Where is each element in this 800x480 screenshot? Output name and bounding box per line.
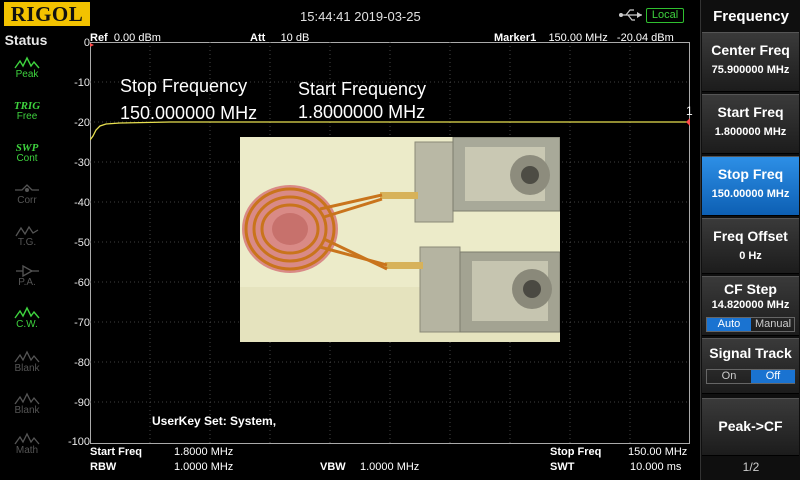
footer-vbw-value: 1.0000 MHz <box>360 461 420 473</box>
status-peak-label: Peak <box>15 69 39 80</box>
status-trig-button[interactable]: TRIG Free <box>8 100 46 136</box>
brand-logo: RIGOL <box>4 2 90 26</box>
local-badge[interactable]: Local <box>646 8 684 23</box>
overlay-stop-title: Stop Frequency <box>120 76 248 96</box>
signal-track-toggle[interactable]: On Off <box>706 369 795 384</box>
start-freq-button[interactable]: Start Freq 1.800000 MHz <box>702 94 799 154</box>
top-bar: RIGOL 15:44:41 2019-03-25 Local <box>0 0 700 32</box>
y-tick: -90 <box>74 397 90 409</box>
status-blank1-label: Blank <box>14 363 40 374</box>
marker-number: 1 <box>686 104 693 118</box>
status-trig-label: Free <box>16 111 38 122</box>
y-tick: -100 <box>67 436 90 448</box>
y-tick: -50 <box>74 237 90 249</box>
cf-step-auto[interactable]: Auto <box>707 318 751 331</box>
status-blank2-label: Blank <box>14 405 40 416</box>
cf-step-label: CF Step <box>724 281 777 297</box>
status-blank1-button[interactable]: Blank <box>8 350 46 386</box>
signal-track-off[interactable]: Off <box>751 370 795 383</box>
status-blank2-button[interactable]: Blank <box>8 392 46 428</box>
clock: 15:44:41 2019-03-25 <box>300 9 421 24</box>
status-corr-button[interactable]: Corr <box>8 182 46 218</box>
center-freq-button[interactable]: Center Freq 75.900000 MHz <box>702 32 799 92</box>
status-tg-label: T.G. <box>17 237 37 248</box>
footer-rbw-value: 1.0000 MHz <box>174 461 234 473</box>
status-peak-button[interactable]: Peak <box>8 56 46 92</box>
stop-freq-label: Stop Freq <box>717 166 784 182</box>
clear-write-icon <box>14 306 40 319</box>
correction-icon <box>15 184 39 192</box>
cf-step-manual[interactable]: Manual <box>751 318 795 331</box>
stop-freq-button[interactable]: Stop Freq 150.00000 MHz <box>702 156 799 216</box>
status-cw-button[interactable]: C.W. <box>8 306 46 342</box>
toroid-transformer-photo <box>240 137 560 342</box>
status-corr-label: Corr <box>17 195 37 206</box>
footer-vbw-label: VBW <box>320 461 346 473</box>
y-tick: -60 <box>74 277 90 289</box>
status-cw-label: C.W. <box>16 319 38 330</box>
y-tick: 0 <box>83 37 90 49</box>
peak-icon <box>14 56 40 69</box>
blank-icon <box>14 392 40 405</box>
footer-stop-label: Stop Freq <box>550 446 602 458</box>
overlay-start-title: Start Frequency <box>298 79 427 99</box>
cf-step-button[interactable]: CF Step 14.820000 MHz Auto Manual <box>702 276 799 336</box>
footer-swt-label: SWT <box>550 461 575 473</box>
footer-row-1: Start Freq 1.8000 MHz Stop Freq 150.00 M… <box>90 446 690 460</box>
menu-page-indicator[interactable]: 1/2 <box>701 460 800 474</box>
overlay-start-value: 1.8000000 MHz <box>298 102 426 122</box>
status-math-label: Math <box>15 445 39 456</box>
signal-track-button[interactable]: Signal Track On Off <box>702 338 799 394</box>
overlay-stop-value: 150.000000 MHz <box>120 103 258 123</box>
status-math-button[interactable]: Math <box>8 432 46 468</box>
status-pa-button[interactable]: P.A. <box>8 264 46 300</box>
spectrum-display: Ref 0.00 dBm Att 10 dB Marker1 150.00 MH… <box>52 32 700 462</box>
y-tick: -80 <box>74 357 90 369</box>
marker-flag <box>686 118 690 126</box>
start-freq-value: 1.800000 MHz <box>714 126 787 138</box>
start-freq-label: Start Freq <box>717 104 784 120</box>
status-title: Status <box>4 32 48 48</box>
status-sweep-button[interactable]: SWP Cont <box>8 142 46 178</box>
y-tick: -20 <box>74 117 90 129</box>
freq-offset-value: 0 Hz <box>739 250 762 262</box>
footer-swt-value: 10.000 ms <box>630 461 682 473</box>
math-icon <box>14 432 40 445</box>
footer-start-value: 1.8000 MHz <box>174 446 234 458</box>
footer-stop-value: 150.00 MHz <box>628 446 688 458</box>
frequency-menu: Frequency Center Freq 75.900000 MHz Star… <box>700 0 800 480</box>
preamp-icon <box>16 264 39 278</box>
cf-step-value: 14.820000 MHz <box>711 299 790 311</box>
userkey-status: UserKey Set: System, <box>152 414 277 428</box>
tracking-generator-icon <box>15 225 39 237</box>
cf-step-toggle[interactable]: Auto Manual <box>706 317 795 332</box>
freq-offset-label: Freq Offset <box>713 228 788 244</box>
blank-icon <box>14 350 40 363</box>
peak-to-cf-button[interactable]: Peak->CF <box>702 398 799 456</box>
y-tick: -30 <box>74 157 90 169</box>
status-panel: Status Peak TRIG Free SWP Cont Corr T.G. <box>0 32 52 480</box>
center-freq-value: 75.900000 MHz <box>711 64 790 76</box>
y-tick: -40 <box>74 197 90 209</box>
status-sweep-label: Cont <box>16 153 38 164</box>
status-tg-button[interactable]: T.G. <box>8 224 46 260</box>
footer-start-label: Start Freq <box>90 446 142 458</box>
signal-track-label: Signal Track <box>709 345 792 361</box>
y-tick: -10 <box>74 77 90 89</box>
center-freq-label: Center Freq <box>711 42 790 58</box>
status-pa-label: P.A. <box>18 277 36 288</box>
freq-offset-button[interactable]: Freq Offset 0 Hz <box>702 218 799 274</box>
y-tick: -70 <box>74 317 90 329</box>
stop-freq-value: 150.00000 MHz <box>711 188 790 200</box>
peak-to-cf-label: Peak->CF <box>718 418 783 434</box>
usb-icon <box>619 9 642 21</box>
footer-rbw-label: RBW <box>90 461 117 473</box>
footer-row-2: RBW 1.0000 MHz VBW 1.0000 MHz SWT 10.000… <box>90 461 690 475</box>
signal-track-on[interactable]: On <box>707 370 751 383</box>
menu-title: Frequency <box>713 8 789 25</box>
